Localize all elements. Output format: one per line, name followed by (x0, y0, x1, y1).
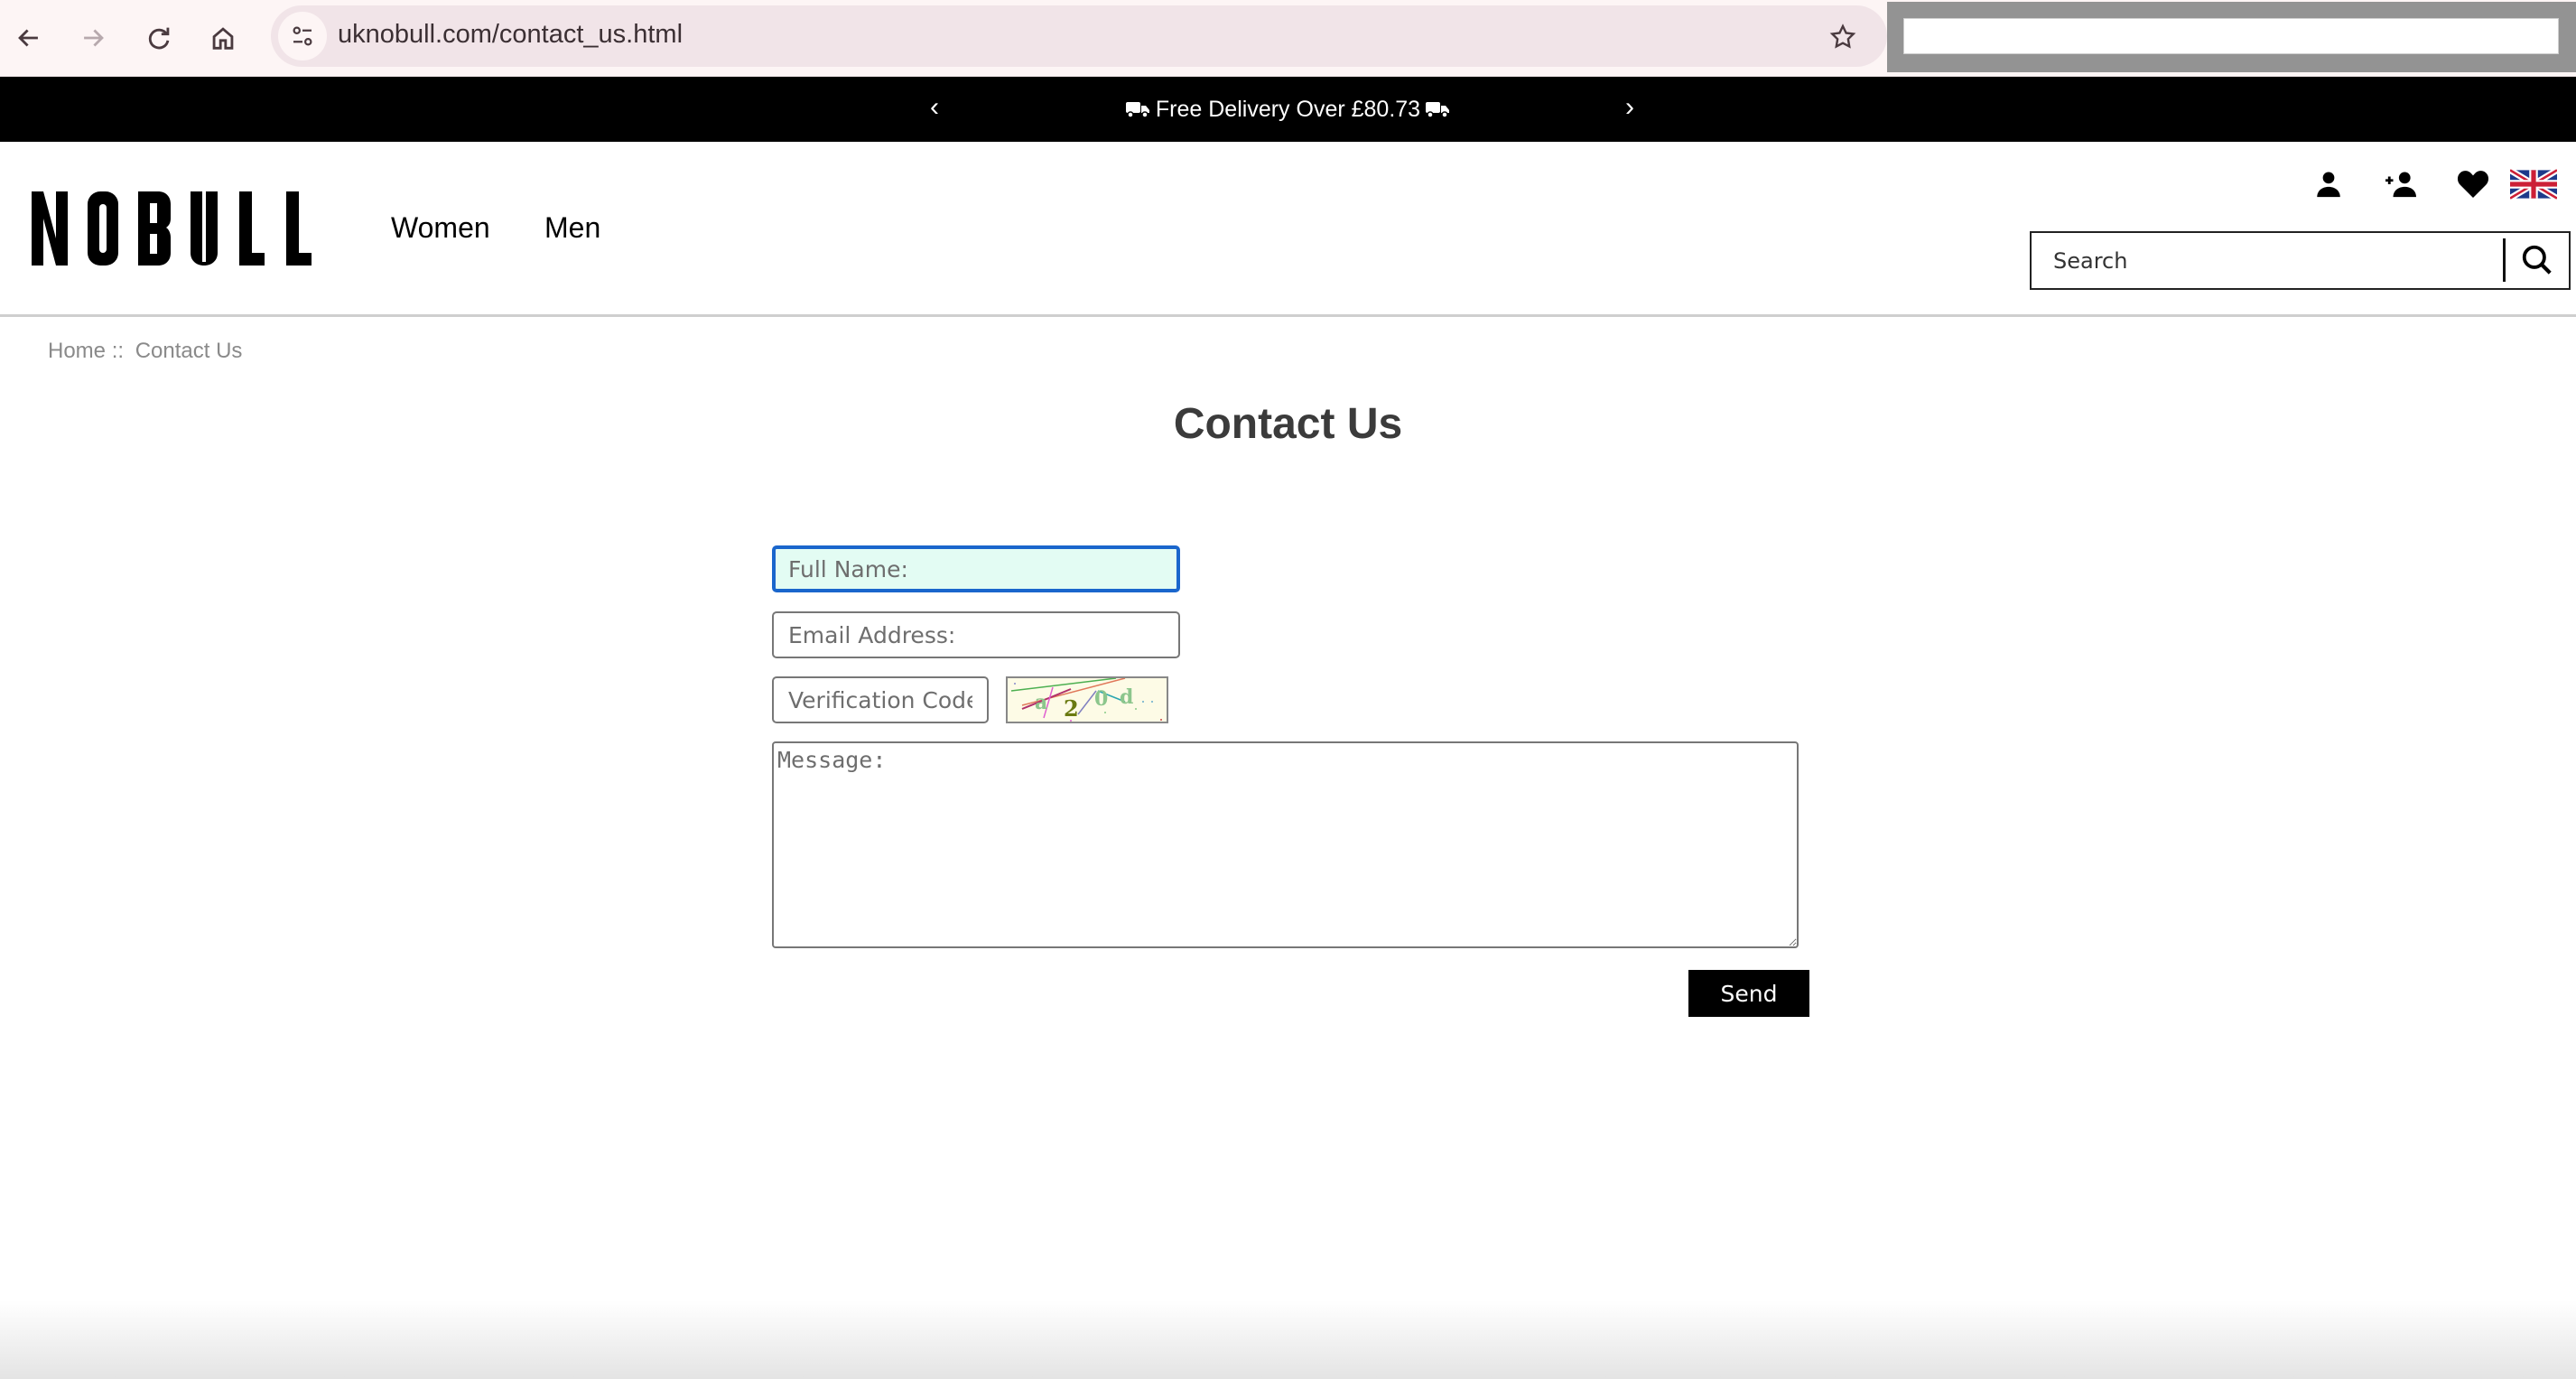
forward-button[interactable] (71, 16, 115, 60)
bottom-fade (0, 1300, 2576, 1379)
bookmark-star-icon (1829, 23, 1856, 49)
logo-wordmark (32, 191, 312, 266)
home-button[interactable] (201, 16, 245, 60)
account-icon (2317, 172, 2340, 198)
back-icon (18, 29, 38, 47)
account-button[interactable] (2310, 165, 2348, 203)
page-title: Contact Us (1173, 400, 1403, 448)
full-name-input[interactable] (772, 545, 1180, 592)
search-box (2030, 231, 2571, 290)
breadcrumb: Home :: Contact Us (48, 338, 242, 365)
breadcrumb-home[interactable]: Home (48, 339, 106, 363)
svg-text:0: 0 (1094, 687, 1108, 711)
truck-icon (1125, 102, 1149, 118)
breadcrumb-current: Contact Us (135, 339, 243, 363)
email-input[interactable] (772, 611, 1180, 658)
message-textarea[interactable] (772, 741, 1799, 948)
url-text[interactable]: uknobull.com/contact_us.html (338, 16, 683, 52)
register-icon (2385, 172, 2416, 198)
back-button[interactable] (7, 16, 51, 60)
svg-text:a: a (1035, 691, 1047, 714)
home-icon (212, 27, 234, 50)
site-info-icon (293, 26, 312, 46)
wishlist-button[interactable] (2454, 165, 2492, 203)
svg-text:d: d (1120, 685, 1133, 709)
register-button[interactable] (2382, 165, 2420, 203)
site-header: Women Men (0, 142, 2576, 317)
extension-input[interactable] (1903, 18, 2559, 54)
site-info-button[interactable] (278, 12, 327, 61)
send-button[interactable]: Send (1688, 970, 1809, 1017)
reload-icon (148, 27, 170, 50)
forward-icon (84, 29, 104, 47)
nobull-logo[interactable] (32, 191, 330, 266)
reload-button[interactable] (137, 16, 181, 60)
search-divider (2503, 238, 2506, 282)
nav-women[interactable]: Women (391, 210, 490, 246)
search-icon (2522, 245, 2552, 275)
captcha-image[interactable]: a 2 0 d (1006, 676, 1168, 723)
truck-icon (1426, 102, 1450, 118)
uk-flag-icon (2510, 169, 2557, 200)
bookmark-button[interactable] (1822, 16, 1864, 58)
search-button[interactable] (2510, 237, 2564, 284)
announcement-next-button[interactable]: › (1625, 77, 1634, 142)
verification-code-input[interactable] (772, 676, 989, 723)
svg-text:2: 2 (1064, 695, 1079, 722)
wishlist-heart-icon (2457, 171, 2489, 198)
announcement-text: Free Delivery Over £80.73 (1155, 97, 1421, 122)
nav-men[interactable]: Men (544, 210, 600, 246)
captcha-graphic: a 2 0 d (1010, 678, 1162, 722)
search-input[interactable] (2032, 233, 2501, 288)
announcement-text-wrapper: Free Delivery Over £80.73 (0, 77, 2576, 142)
breadcrumb-separator: :: (111, 339, 125, 363)
announcement-bar: ‹ Free Delivery Over £80.73 › (0, 77, 2576, 142)
language-button[interactable] (2508, 165, 2559, 203)
